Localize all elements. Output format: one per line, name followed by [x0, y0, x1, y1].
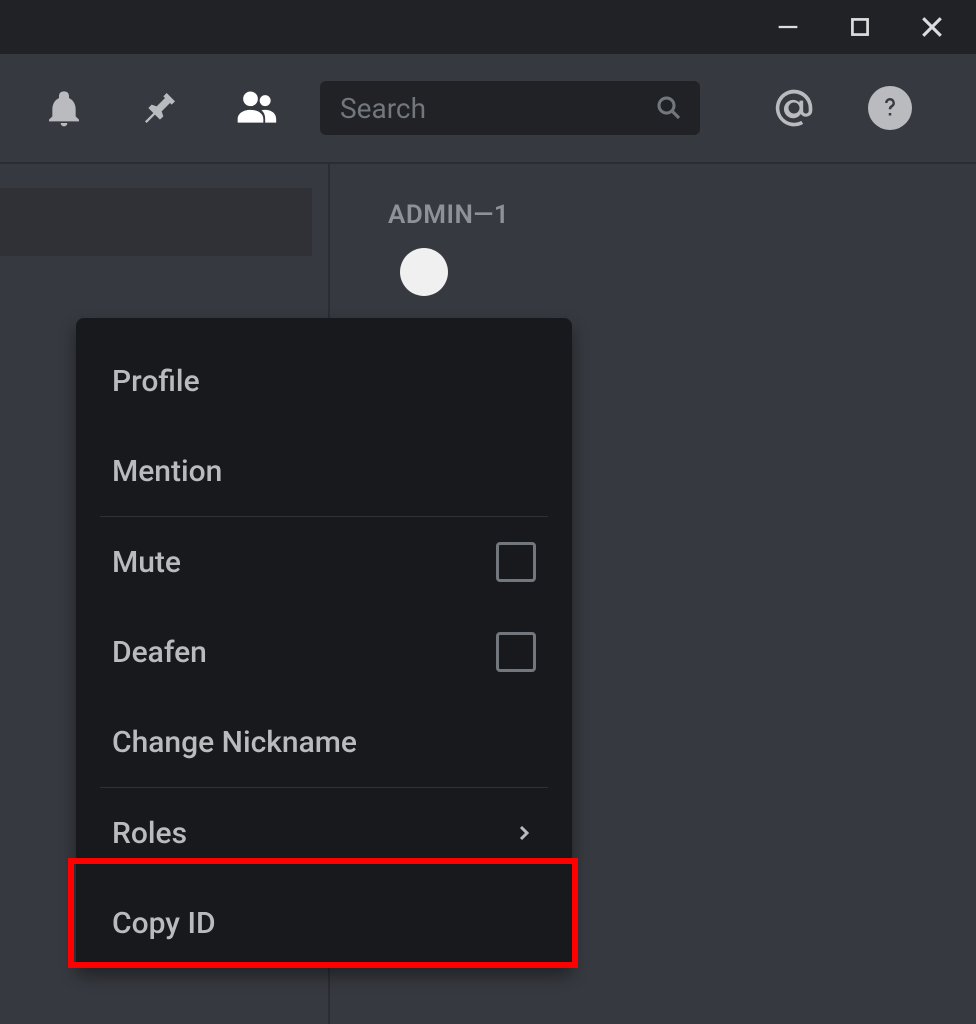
window-titlebar — [0, 0, 976, 54]
member-list-button[interactable] — [212, 64, 300, 152]
help-icon — [868, 86, 912, 130]
at-icon — [772, 86, 816, 130]
checkbox-unchecked-icon[interactable] — [496, 632, 536, 672]
bell-icon — [44, 88, 84, 128]
people-icon — [234, 86, 278, 130]
menu-label: Change Nickname — [112, 725, 357, 760]
menu-item-mute[interactable]: Mute — [76, 517, 572, 607]
channel-toolbar: Search — [0, 54, 976, 164]
search-input[interactable]: Search — [320, 81, 700, 135]
maximize-icon — [847, 14, 873, 40]
menu-item-roles[interactable]: Roles — [76, 788, 572, 878]
menu-item-change-nickname[interactable]: Change Nickname — [76, 697, 572, 787]
role-group-header: ADMIN—1 — [388, 200, 928, 230]
menu-item-mention[interactable]: Mention — [76, 426, 572, 516]
help-button[interactable] — [846, 64, 934, 152]
menu-label: Copy ID — [112, 906, 216, 941]
search-icon — [654, 93, 684, 123]
menu-label: Roles — [112, 816, 187, 851]
close-icon — [917, 12, 947, 42]
checkbox-unchecked-icon[interactable] — [496, 542, 536, 582]
menu-label: Mention — [112, 454, 222, 489]
chevron-right-icon — [512, 821, 536, 845]
menu-item-deafen[interactable]: Deafen — [76, 607, 572, 697]
search-placeholder: Search — [340, 92, 654, 125]
menu-label: Profile — [112, 364, 200, 399]
pinned-messages-button[interactable] — [116, 64, 204, 152]
minimize-button[interactable] — [752, 0, 824, 54]
pin-icon — [140, 88, 180, 128]
minimize-icon — [774, 13, 802, 41]
inbox-button[interactable] — [750, 64, 838, 152]
sidebar-selected-item[interactable] — [0, 188, 312, 256]
menu-label: Mute — [112, 545, 181, 580]
user-context-menu: Profile Mention Mute Deafen Change Nickn… — [76, 318, 572, 968]
maximize-button[interactable] — [824, 0, 896, 54]
notifications-button[interactable] — [20, 64, 108, 152]
close-button[interactable] — [896, 0, 968, 54]
menu-item-profile[interactable]: Profile — [76, 336, 572, 426]
menu-item-copy-id[interactable]: Copy ID — [76, 878, 572, 968]
menu-label: Deafen — [112, 635, 207, 670]
avatar[interactable] — [400, 248, 448, 296]
